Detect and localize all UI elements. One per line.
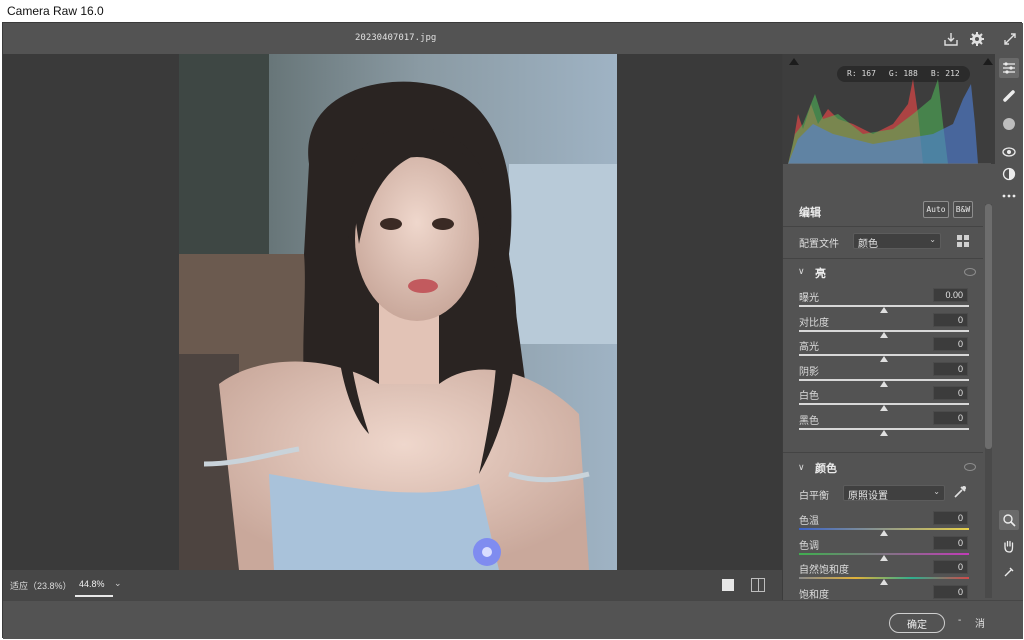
profile-dropdown[interactable]: 颜色 ⌄ (853, 233, 941, 250)
slider-label: 饱和度 (799, 589, 829, 601)
slider-thumb[interactable] (880, 331, 888, 338)
panel-scrollbar-thumb[interactable] (985, 204, 992, 449)
slider-thumb[interactable] (880, 307, 888, 313)
zoom-icon[interactable] (999, 510, 1019, 530)
footer-bar: 确定 - 消 (3, 600, 1023, 639)
divider (783, 258, 983, 259)
presets-icon[interactable] (999, 164, 1019, 184)
slider-thumb[interactable] (880, 405, 888, 411)
gear-icon[interactable] (967, 29, 987, 49)
window-title: Camera Raw 16.0 (0, 0, 1024, 22)
zoom-dropdown-icon[interactable]: ⌄ (114, 578, 122, 589)
eye-icon[interactable] (964, 463, 976, 471)
ok-button[interactable]: 确定 (889, 613, 945, 633)
slider-label: 自然饱和度 (799, 565, 849, 576)
photo-preview (179, 54, 617, 570)
view-single-icon[interactable] (722, 579, 734, 591)
edit-title: 编辑 (799, 207, 821, 219)
slider-thumb[interactable] (880, 554, 888, 561)
slider-value-input[interactable]: 0 (933, 386, 968, 400)
canvas-status-bar: 适应（23.8%） 44.8% ⌄ (3, 570, 782, 600)
slider-value-input[interactable]: 0 (933, 560, 968, 574)
more-icon[interactable] (999, 186, 1019, 206)
slider-value-input[interactable]: 0 (933, 584, 968, 599)
slider-value-input[interactable]: 0 (933, 337, 968, 351)
slider-thumb[interactable] (880, 530, 888, 536)
slider-thumb[interactable] (880, 429, 888, 436)
eyedropper-icon[interactable] (953, 485, 967, 499)
before-after-icon[interactable] (751, 578, 765, 592)
chevron-down-icon[interactable]: ∨ (798, 462, 805, 473)
slider-thumb[interactable] (880, 380, 888, 387)
slider-value-input[interactable]: 0 (933, 361, 968, 376)
profile-label: 配置文件 (799, 239, 839, 250)
histogram-graph (788, 79, 991, 164)
image-canvas[interactable] (3, 54, 782, 570)
edit-panel: R: 167 G: 188 B: 212 编辑 Auto B&W 配置文件 颜色… (782, 54, 996, 610)
slider-label: 曝光 (799, 293, 819, 304)
chevron-down-icon[interactable]: ∨ (798, 266, 805, 277)
slider-label: 白色 (799, 391, 819, 402)
color-section-title[interactable]: 颜色 (815, 460, 837, 476)
sliders-icon[interactable] (999, 58, 1019, 78)
divider (783, 226, 983, 227)
white-balance-label: 白平衡 (799, 491, 829, 502)
slider-value-input[interactable]: 0 (933, 535, 968, 550)
white-balance-dropdown[interactable]: 原照设置 ⌄ (843, 485, 945, 502)
tool-strip (995, 54, 1023, 600)
slider-value-input[interactable]: 0.00 (933, 288, 968, 302)
eye-icon[interactable] (964, 268, 976, 276)
save-icon[interactable] (941, 29, 961, 49)
panel-scrollbar[interactable] (985, 204, 992, 598)
cancel-separator: - (958, 615, 962, 626)
zoom-underline (75, 595, 113, 597)
histogram: R: 167 G: 188 B: 212 (783, 54, 996, 164)
slider-label: 色温 (799, 516, 819, 527)
slider-thumb[interactable] (880, 579, 888, 585)
chevron-down-icon: ⌄ (929, 235, 936, 244)
zoom-fit-button[interactable]: 适应（23.8%） (10, 579, 72, 592)
mask-icon[interactable] (999, 114, 1019, 134)
redeye-icon[interactable] (999, 142, 1019, 162)
healing-brush-icon[interactable] (999, 86, 1019, 106)
slider-value-input[interactable]: 0 (933, 312, 968, 327)
slider-label: 高光 (799, 342, 819, 353)
sample-icon[interactable] (999, 562, 1019, 582)
white-balance-value: 原照设置 (848, 491, 888, 502)
file-name: 20230407017.jpg (355, 33, 437, 43)
fullscreen-icon[interactable] (1000, 29, 1020, 49)
divider (783, 452, 983, 453)
chevron-down-icon: ⌄ (933, 487, 940, 496)
slider-label: 黑色 (799, 415, 819, 427)
slider-label: 阴影 (799, 366, 819, 378)
profile-browser-icon[interactable] (956, 234, 970, 248)
profile-value: 颜色 (858, 239, 878, 250)
auto-button[interactable]: Auto (923, 201, 949, 218)
bw-button[interactable]: B&W (953, 201, 973, 218)
slider-value-input[interactable]: 0 (933, 410, 968, 425)
slider-label: 色调 (799, 540, 819, 552)
top-bar: 20230407017.jpg (3, 23, 1023, 54)
slider-label: 对比度 (799, 317, 829, 329)
camera-raw-window: 20230407017.jpg 适应（23.8%） 44.8% ⌄ R: 167… (2, 22, 1023, 639)
hand-icon[interactable] (999, 536, 1019, 556)
cancel-button[interactable]: 消 (975, 615, 985, 630)
zoom-value[interactable]: 44.8% (79, 579, 105, 589)
slider-value-input[interactable]: 0 (933, 511, 968, 525)
slider-thumb[interactable] (880, 356, 888, 362)
light-section-title[interactable]: 亮 (815, 265, 826, 281)
